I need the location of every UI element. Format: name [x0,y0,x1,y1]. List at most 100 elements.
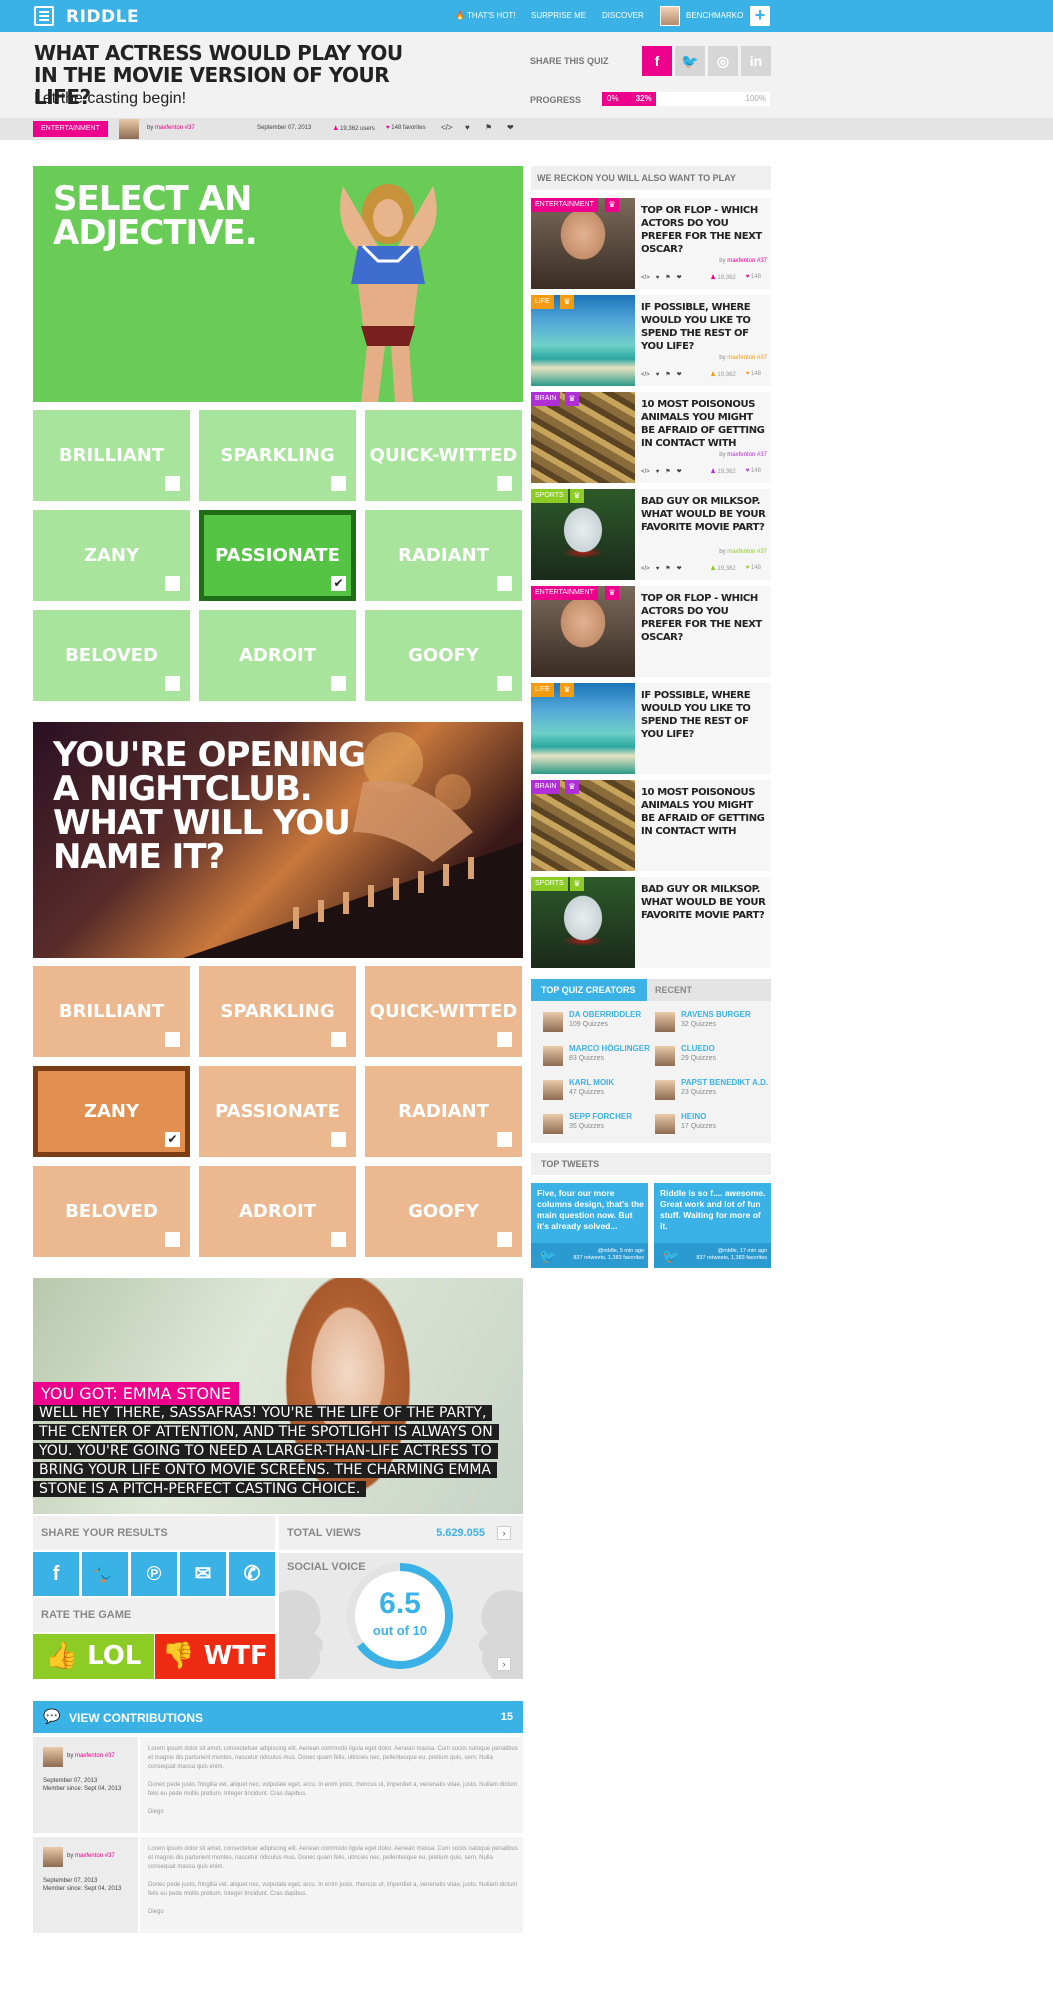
flag-icon[interactable]: ⚑ [665,468,670,475]
creator-item[interactable]: SEPP FORCHER 35 Quizzes [543,1111,653,1137]
category-badge[interactable]: LIFE [531,295,554,309]
answer-option[interactable]: BELOVED [33,1166,190,1257]
recommended-quiz-card[interactable]: SPORTS ♛ BAD GUY OR MILKSOP. WHAT WOULD BE… [531,877,771,968]
answer-option[interactable]: ZANY [33,510,190,601]
social-arrow-button[interactable]: › [497,1657,511,1671]
answer-option[interactable]: SPARKLING [199,966,356,1057]
flag-icon[interactable]: ⚑ [485,123,492,132]
creator-item[interactable]: HEINO 17 Quizzes [655,1111,765,1137]
checkbox-icon[interactable] [331,1032,346,1047]
recommended-quiz-card[interactable]: LIFE ♛ IF POSSIBLE, WHERE WOULD YOU LIKE T… [531,295,771,386]
flag-icon[interactable]: ⚑ [665,565,670,572]
tweet-card[interactable]: Riddle is so f.... awesome. Great work a… [654,1183,771,1268]
answer-option[interactable]: GOOFY [365,1166,522,1257]
logo[interactable]: RIDDLE [66,7,139,27]
checkbox-icon[interactable] [497,476,512,491]
like-icon[interactable]: ♥ [656,372,660,378]
share-facebook-button[interactable]: f [33,1552,79,1596]
nav-surprise-me[interactable]: SURPRISE ME [531,11,586,20]
quiz-card-author[interactable]: by maxfenton #37 [719,549,767,555]
share-pinterest-button[interactable]: ℗ [131,1552,177,1596]
add-quiz-button[interactable]: + [750,6,770,26]
checkbox-checked-icon[interactable]: ✔ [165,1132,180,1147]
checkbox-checked-icon[interactable]: ✔ [331,576,346,591]
checkbox-icon[interactable] [331,1132,346,1147]
creator-item[interactable]: KARL MOIK 47 Quizzes [543,1077,653,1103]
like-icon[interactable]: ♥ [465,123,470,132]
checkbox-icon[interactable] [331,476,346,491]
tab-top-quiz-creators[interactable]: TOP QUIZ CREATORS [531,979,647,1001]
rate-lol-button[interactable]: 👍 LOL [33,1634,154,1679]
checkbox-icon[interactable] [165,676,180,691]
answer-option[interactable]: ADROIT [199,1166,356,1257]
tab-recent[interactable]: RECENT [651,979,771,1001]
share-twitter-button[interactable]: 🐦 [82,1552,128,1596]
answer-option[interactable]: QUICK-WITTED [365,410,522,501]
like-icon[interactable]: ♥ [656,566,660,572]
creator-item[interactable]: DA OBERRIDDLER 109 Quizzes [543,1009,653,1035]
twitter-share-button[interactable]: 🐦 [675,46,705,76]
creator-item[interactable]: CLUEDO 29 Quizzes [655,1043,765,1069]
recommended-quiz-card[interactable]: ENTERTAINMENT ♛ TOP OR FLOP - WHICH ACTORS… [531,198,771,289]
checkbox-icon[interactable] [497,576,512,591]
comment-author[interactable]: by maxfenton #37 [67,1853,115,1859]
embed-icon[interactable]: </> [641,566,650,572]
answer-option[interactable]: ZANY ✔ [33,1066,190,1157]
answer-option[interactable]: BRILLIANT [33,410,190,501]
creator-item[interactable]: MARCO HÖGLINGER 83 Quizzes [543,1043,653,1069]
rate-wtf-button[interactable]: 👎 WTF [155,1634,275,1679]
recommended-quiz-card[interactable]: BRAIN ♛ 10 MOST POISONOUS ANIMALS YOU MIGH… [531,392,771,483]
checkbox-icon[interactable] [331,1232,346,1247]
recommended-quiz-card[interactable]: BRAIN ♛ 10 MOST POISONOUS ANIMALS YOU MIGH… [531,780,771,871]
quiz-card-author[interactable]: by maxfenton #37 [719,452,767,458]
checkbox-icon[interactable] [497,676,512,691]
answer-option[interactable]: PASSIONATE [199,1066,356,1157]
share-whatsapp-button[interactable]: ✆ [229,1552,275,1596]
user-avatar[interactable] [660,6,680,26]
nav-thats-hot[interactable]: 🔥 THAT'S HOT! [455,11,516,20]
answer-option[interactable]: PASSIONATE ✔ [199,510,356,601]
like-icon[interactable]: ♥ [656,275,660,281]
answer-option[interactable]: GOOFY [365,610,522,701]
instagram-share-button[interactable]: ◎ [708,46,738,76]
category-badge[interactable]: BRAIN [531,392,561,406]
favorite-icon[interactable]: ❤ [677,468,682,475]
category-badge[interactable]: SPORTS [531,877,568,891]
favorite-icon[interactable]: ❤ [677,565,682,572]
checkbox-icon[interactable] [331,676,346,691]
embed-icon[interactable]: </> [441,123,453,132]
favorite-icon[interactable]: ❤ [677,371,682,378]
comment-author[interactable]: by maxfenton #37 [67,1753,115,1759]
category-badge[interactable]: ENTERTAINMENT [531,586,598,600]
answer-option[interactable]: BRILLIANT [33,966,190,1057]
category-badge[interactable]: BRAIN [531,780,561,794]
recommended-quiz-card[interactable]: ENTERTAINMENT ♛ TOP OR FLOP - WHICH ACTORS… [531,586,771,677]
nav-user-name[interactable]: BENCHMARKO [686,11,743,20]
linkedin-share-button[interactable]: in [741,46,771,76]
flag-icon[interactable]: ⚑ [665,274,670,281]
answer-option[interactable]: BELOVED [33,610,190,701]
author-byline[interactable]: by maxfenton #37 [147,125,195,131]
answer-option[interactable]: QUICK-WITTED [365,966,522,1057]
comment-avatar[interactable] [43,1747,63,1767]
category-badge[interactable]: LIFE [531,683,554,697]
creator-item[interactable]: PAPST BENEDIKT A.D. 23 Quizzes [655,1077,768,1103]
comment-avatar[interactable] [43,1847,63,1867]
flag-icon[interactable]: ⚑ [665,371,670,378]
like-icon[interactable]: ♥ [656,469,660,475]
answer-option[interactable]: RADIANT [365,510,522,601]
recommended-quiz-card[interactable]: SPORTS ♛ BAD GUY OR MILKSOP. WHAT WOULD BE… [531,489,771,580]
favorite-icon[interactable]: ❤ [677,274,682,281]
quiz-card-author[interactable]: by maxfenton #37 [719,258,767,264]
favorite-icon[interactable]: ❤ [507,123,514,132]
creator-item[interactable]: RAVENS BURGER 32 Quizzes [655,1009,765,1035]
answer-option[interactable]: ADROIT [199,610,356,701]
views-arrow-button[interactable]: › [497,1526,511,1540]
quiz-card-author[interactable]: by maxfenton #37 [719,355,767,361]
checkbox-icon[interactable] [497,1232,512,1247]
category-badge[interactable]: ENTERTAINMENT [531,198,598,212]
checkbox-icon[interactable] [165,576,180,591]
share-email-button[interactable]: ✉ [180,1552,226,1596]
facebook-share-button[interactable]: f [642,46,672,76]
author-avatar[interactable] [119,119,139,139]
